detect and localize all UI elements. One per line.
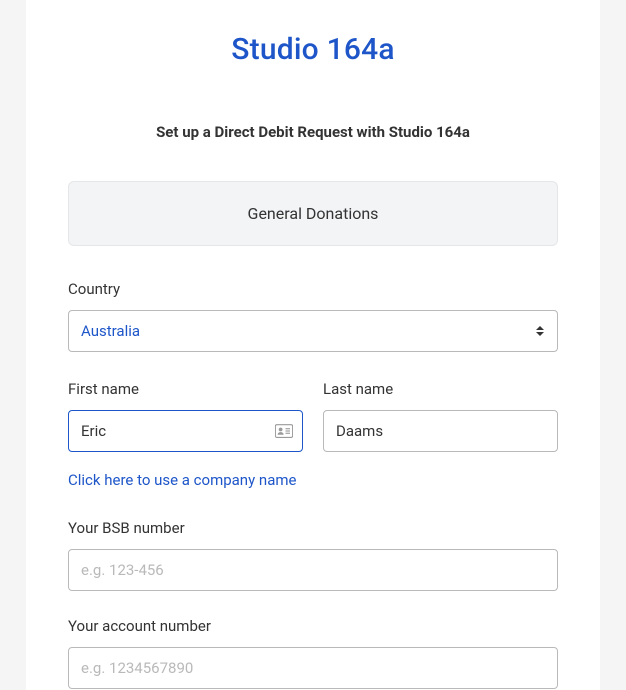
first-name-input[interactable] (68, 410, 303, 452)
bsb-label: Your BSB number (68, 519, 558, 537)
brand-title: Studio 164a (68, 32, 558, 67)
account-number-input[interactable] (68, 647, 558, 689)
last-name-label: Last name (323, 380, 558, 398)
first-name-label: First name (68, 380, 303, 398)
form-heading: Set up a Direct Debit Request with Studi… (68, 123, 558, 141)
account-number-label: Your account number (68, 617, 558, 635)
bsb-input[interactable] (68, 549, 558, 591)
form-card: Studio 164a Set up a Direct Debit Reques… (26, 0, 600, 690)
country-select[interactable]: Australia (68, 310, 558, 352)
section-banner: General Donations (68, 181, 558, 246)
use-company-name-link[interactable]: Click here to use a company name (68, 471, 296, 489)
country-label: Country (68, 280, 558, 298)
last-name-input[interactable] (323, 410, 558, 452)
